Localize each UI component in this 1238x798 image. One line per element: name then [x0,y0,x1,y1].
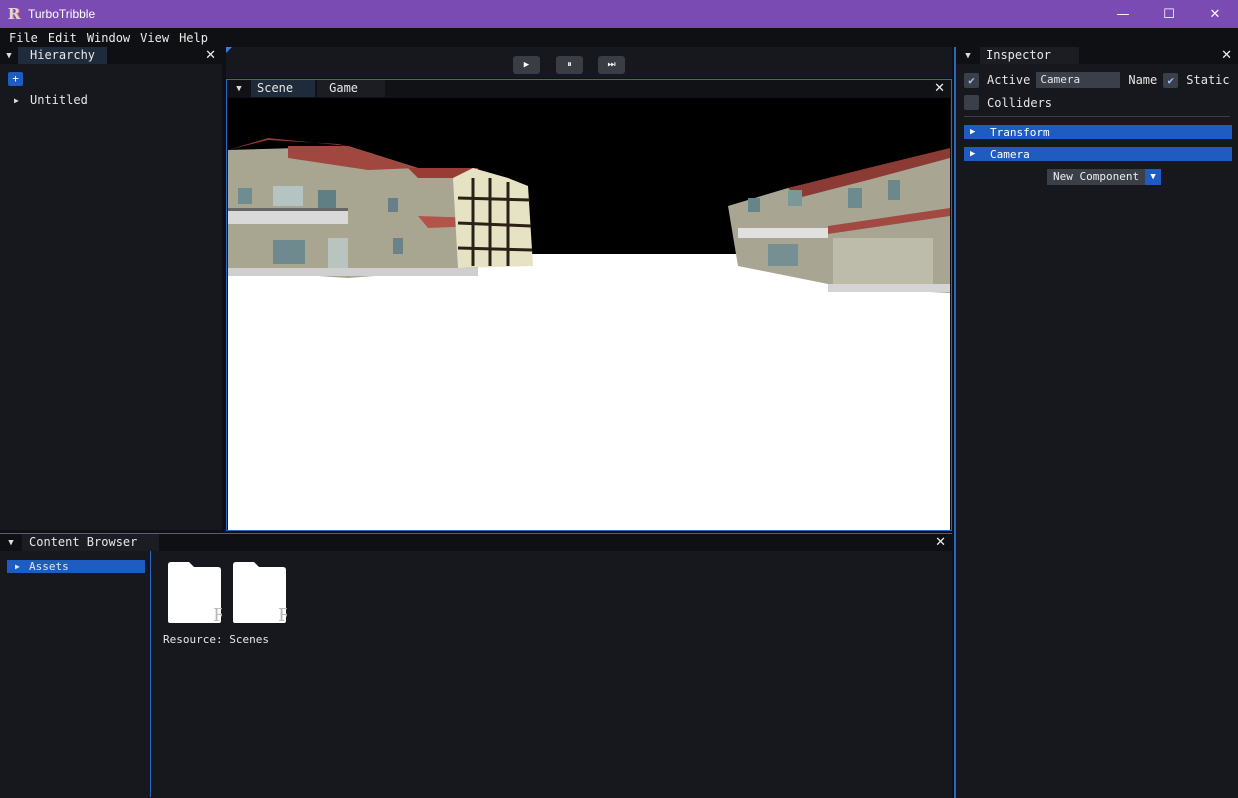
play-toolbar: ▶ ⏸ ⏭ [226,47,952,78]
add-entity-button[interactable]: + [8,72,23,86]
component-camera-label: Camera [990,147,1030,161]
tab-content-browser[interactable]: Content Browser [22,534,160,551]
title-bar: R TurboTribble — ☐ ✕ [0,0,1238,28]
close-icon[interactable]: ✕ [934,80,945,97]
hierarchy-header: ▼ Hierarchy ✕ [0,47,222,64]
content-browser-header: ▼ Content Browser ✕ [0,534,952,551]
expand-arrow-icon: ▶ [970,149,976,159]
separator [964,116,1230,117]
pause-button[interactable]: ⏸ [556,56,583,74]
scene-buildings-image [228,138,950,293]
tree-expand-icon[interactable]: ▶ [14,96,30,105]
inspector-row-colliders: Colliders [964,95,1052,110]
menu-help[interactable]: Help [174,28,213,48]
content-tree: ▶ Assets [0,551,151,797]
window-title: TurboTribble [28,7,96,21]
menu-view[interactable]: View [135,28,174,48]
tab-inspector[interactable]: Inspector [980,47,1080,64]
component-transform-label: Transform [990,125,1050,139]
tab-game[interactable]: Game [317,80,386,97]
name-input[interactable]: Camera [1036,72,1121,88]
dock-corner-icon [226,47,232,53]
scene-viewport[interactable] [228,98,950,530]
tab-scene[interactable]: Scene [251,80,316,97]
static-checkbox[interactable]: ✔ [1163,72,1179,88]
menu-edit[interactable]: Edit [43,28,82,48]
step-button[interactable]: ⏭ [598,56,625,74]
close-window-button[interactable]: ✕ [1192,0,1238,28]
menu-file[interactable]: File [4,28,43,48]
colliders-checkbox[interactable] [964,95,979,110]
inspector-row-main: ✔ Active Camera Name ✔ Static [964,72,1230,88]
hierarchy-item-untitled[interactable]: ▶ Untitled [14,93,88,107]
close-icon[interactable]: ✕ [935,534,946,551]
folder-icon[interactable]: R [232,561,287,624]
collapse-triangle-icon[interactable]: ▼ [0,47,18,64]
new-component-dropdown[interactable]: New Component ▼ [1047,169,1162,185]
name-label: Name [1128,73,1158,87]
colliders-label: Colliders [987,95,1053,110]
expand-arrow-icon: ▶ [15,562,20,571]
menu-bar: File Edit Window View Help [0,28,1238,48]
tab-hierarchy[interactable]: Hierarchy [18,47,108,64]
content-browser-panel: ▼ Content Browser ✕ ▶ Assets R R Resourc… [0,533,952,798]
tree-item-label: Assets [29,560,69,573]
folder-caption: Resource: Scenes [163,633,269,646]
close-icon[interactable]: ✕ [205,47,216,64]
play-button[interactable]: ▶ [513,56,540,74]
maximize-button[interactable]: ☐ [1146,0,1192,28]
inspector-header: ▼ Inspector ✕ [956,47,1238,64]
component-transform[interactable]: ▶ Transform [964,125,1232,139]
close-icon[interactable]: ✕ [1221,47,1232,64]
expand-arrow-icon: ▶ [970,127,976,137]
static-label: Static [1186,73,1230,87]
scene-header: ▼ Scene Game ✕ [227,80,951,97]
tree-item-assets[interactable]: ▶ Assets [7,560,145,573]
inspector-panel: ▼ Inspector ✕ ✔ Active Camera Name ✔ Sta… [954,47,1238,798]
minimize-button[interactable]: — [1100,0,1146,28]
collapse-triangle-icon[interactable]: ▼ [956,47,980,64]
hierarchy-item-label: Untitled [30,93,88,107]
app-logo-icon: R [7,5,21,23]
collapse-triangle-icon[interactable]: ▼ [0,534,22,551]
hierarchy-panel: ▼ Hierarchy ✕ + ▶ Untitled [0,47,224,530]
scene-panel: ▼ Scene Game ✕ [226,79,952,531]
menu-window[interactable]: Window [82,28,135,48]
folder-icon[interactable]: R [167,561,222,624]
window-controls: — ☐ ✕ [1100,0,1238,28]
component-camera[interactable]: ▶ Camera [964,147,1232,161]
active-label: Active [987,73,1031,87]
svg-text:R: R [278,605,287,624]
active-checkbox[interactable]: ✔ [964,72,979,88]
new-component-label[interactable]: New Component [1047,169,1146,185]
svg-text:R: R [213,605,222,624]
dropdown-arrow-icon[interactable]: ▼ [1145,169,1162,185]
collapse-triangle-icon[interactable]: ▼ [227,80,251,97]
